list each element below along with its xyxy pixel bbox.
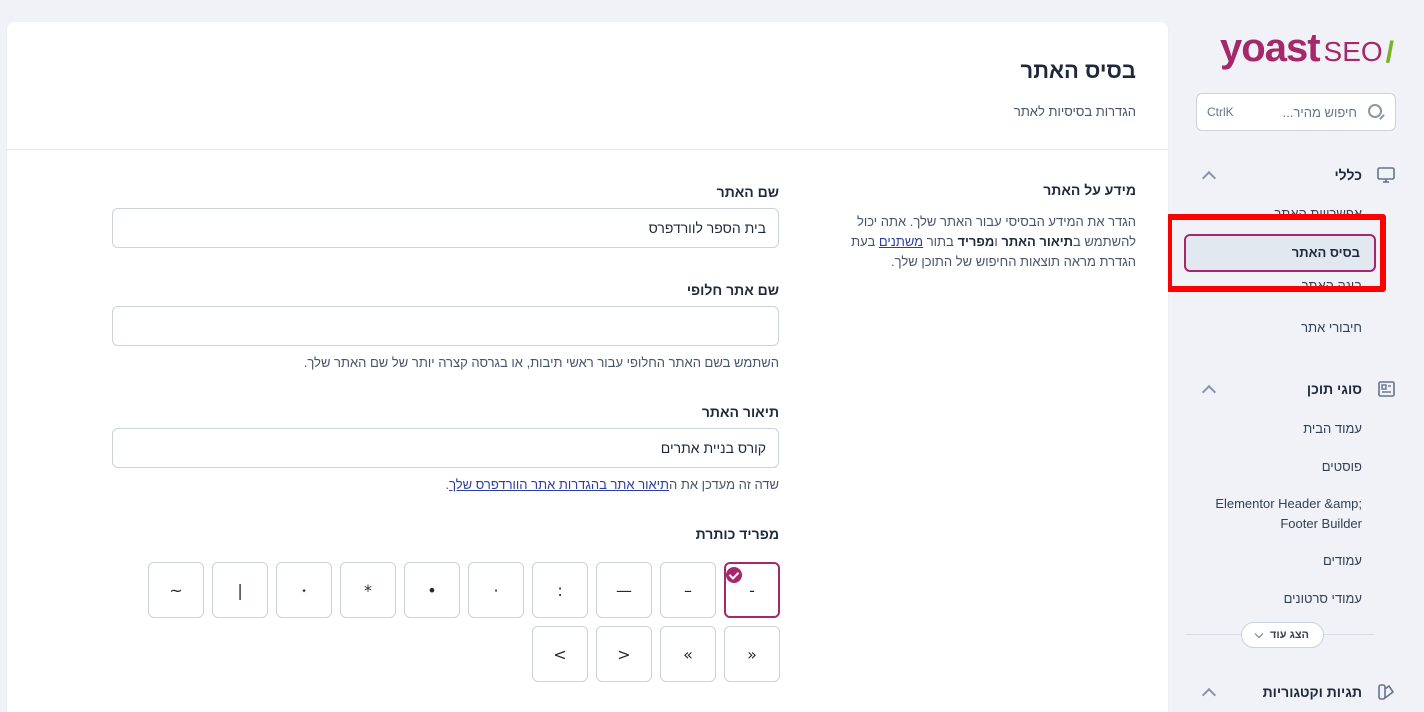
desc-text: בתור (923, 234, 958, 249)
show-more-button[interactable]: הצג עוד (1241, 622, 1324, 648)
separator-option[interactable]: • (404, 562, 460, 618)
sidebar-item-site-basics[interactable]: בסיס האתר (1184, 234, 1376, 272)
desc-bold-tagline: תיאור האתר (1001, 234, 1073, 249)
header-divider (7, 149, 1168, 150)
separator-symbol: – (684, 580, 692, 600)
separator-symbol: - (749, 580, 755, 600)
separator-symbol: : (557, 580, 563, 600)
separator-option[interactable]: – (660, 562, 716, 618)
separator-options: - – — : · • * ⋆ | ~ « » < > (147, 562, 780, 690)
separator-option[interactable]: > (532, 626, 588, 682)
separator-option[interactable]: ~ (148, 562, 204, 618)
alt-site-name-field: שם אתר חלופי השתמש בשם האתר החלופי עבור … (112, 282, 779, 370)
separator-symbol: — (616, 580, 632, 600)
separator-option[interactable]: · (468, 562, 524, 618)
logo-product: SEO (1323, 36, 1383, 68)
separator-option[interactable]: — (596, 562, 652, 618)
settings-card: בסיס האתר הגדרות בסיסיות לאתר מידע על הא… (7, 22, 1168, 712)
separator-option[interactable]: : (532, 562, 588, 618)
logo-slash: / (1385, 35, 1394, 69)
alt-site-name-input[interactable] (112, 306, 779, 346)
card-header: בסיס האתר הגדרות בסיסיות לאתר (1014, 58, 1136, 119)
sidebar-item-posts[interactable]: פוסטים (1322, 457, 1362, 477)
separator-option[interactable]: < (596, 626, 652, 682)
help-text: שדה זה מעדכן את ה (669, 477, 779, 492)
tagline-help: שדה זה מעדכן את התיאור אתר בהגדרות אתר ה… (112, 477, 779, 492)
separator-option[interactable]: « (724, 626, 780, 682)
tag-swatch-icon (1378, 684, 1395, 700)
separator-row: - – — : · • * ⋆ | ~ (147, 562, 780, 618)
separator-option[interactable]: » (660, 626, 716, 682)
sidebar-item-site-features[interactable]: אפשרויות האתר (1274, 204, 1362, 214)
tagline-input[interactable] (112, 428, 779, 468)
page-subtitle: הגדרות בסיסיות לאתר (1013, 104, 1136, 119)
sidebar-item-site-connections[interactable]: חיבורי אתר (1301, 318, 1362, 338)
separator-option[interactable]: * (340, 562, 396, 618)
yoast-seo-logo[interactable]: yoast SEO / (1220, 18, 1394, 68)
separator-symbol: • (427, 580, 437, 600)
alt-site-name-label: שם אתר חלופי (686, 282, 779, 298)
separator-symbol: > (553, 644, 567, 664)
nav-group-content-types[interactable]: סוגי תוכן (1196, 376, 1396, 402)
separator-row: « » < > (147, 626, 780, 682)
sidebar-item-video-pages[interactable]: עמודי סרטונים (1284, 589, 1362, 609)
separator-symbol: · (493, 580, 499, 600)
tagline-field: תיאור האתר שדה זה מעדכן את התיאור אתר בה… (112, 404, 779, 492)
separator-symbol: « (747, 644, 757, 664)
chevron-up-icon[interactable] (1201, 687, 1217, 702)
check-icon (726, 567, 742, 583)
separator-option[interactable]: | (212, 562, 268, 618)
wp-settings-link[interactable]: תיאור אתר בהגדרות אתר הוורדפרס שלך (449, 477, 669, 492)
nav-group-title: סוגי תוכן (1306, 381, 1362, 397)
separator-symbol: ⋆ (300, 583, 308, 597)
search-icon (1367, 103, 1385, 121)
separator-symbol: * (364, 580, 372, 600)
chevron-up-icon[interactable] (1201, 384, 1217, 399)
nav-group-general[interactable]: כללי (1196, 162, 1396, 188)
page-title: בסיס האתר (1020, 58, 1136, 83)
quick-search[interactable]: CtrlK (1196, 93, 1396, 131)
logo-brand: yoast (1220, 26, 1320, 70)
sidebar: yoast SEO / CtrlK כללי אפשרויות האתר בסי… (1166, 0, 1424, 712)
separator-field: מפריד כותרת (112, 526, 779, 542)
site-name-label: שם האתר (716, 184, 779, 200)
tagline-label: תיאור האתר (701, 404, 779, 420)
separator-symbol: ~ (169, 580, 183, 600)
site-name-field: שם האתר (112, 184, 779, 248)
sidebar-item-pages[interactable]: עמודים (1323, 551, 1362, 571)
show-more-label: הצג עוד (1270, 629, 1309, 641)
site-name-input[interactable] (112, 208, 779, 248)
newspaper-icon (1378, 381, 1395, 397)
separator-symbol: | (237, 580, 243, 600)
sidebar-item-homepage[interactable]: עמוד הבית (1303, 419, 1362, 439)
sidebar-item-site-representation[interactable]: בונה האתר (1302, 280, 1362, 296)
sidebar-item-elementor-builder[interactable]: Elementor Header &amp; Footer Builder (1197, 494, 1362, 534)
nav-group-categories-tags[interactable]: תגיות וקטגוריות (1196, 679, 1396, 705)
search-shortcut: CtrlK (1207, 105, 1234, 119)
separator-label: מפריד כותרת (695, 526, 779, 542)
separator-option-selected[interactable]: - (724, 562, 780, 618)
nav-group-title: כללי (1334, 167, 1362, 183)
nav-group-title: תגיות וקטגוריות (1262, 684, 1362, 700)
desc-bold-separator: מפריד (957, 234, 995, 249)
separator-symbol: < (617, 644, 631, 664)
variables-link[interactable]: משתנים (879, 234, 923, 249)
separator-symbol: » (683, 644, 693, 664)
alt-site-name-help: השתמש בשם האתר החלופי עבור ראשי תיבות, א… (303, 355, 779, 370)
site-info-section: מידע על האתר הגדר את המידע הבסיסי עבור ה… (836, 182, 1136, 272)
section-description: הגדר את המידע הבסיסי עבור האתר שלך. אתה … (836, 212, 1136, 272)
section-title: מידע על האתר (1043, 182, 1136, 198)
desktop-icon (1377, 167, 1395, 183)
site-info-form: שם האתר שם אתר חלופי השתמש בשם האתר החלו… (112, 184, 779, 542)
separator-option[interactable]: ⋆ (276, 562, 332, 618)
chevron-up-icon[interactable] (1201, 170, 1217, 185)
chevron-down-icon (1254, 629, 1264, 638)
search-input[interactable] (1233, 104, 1357, 120)
